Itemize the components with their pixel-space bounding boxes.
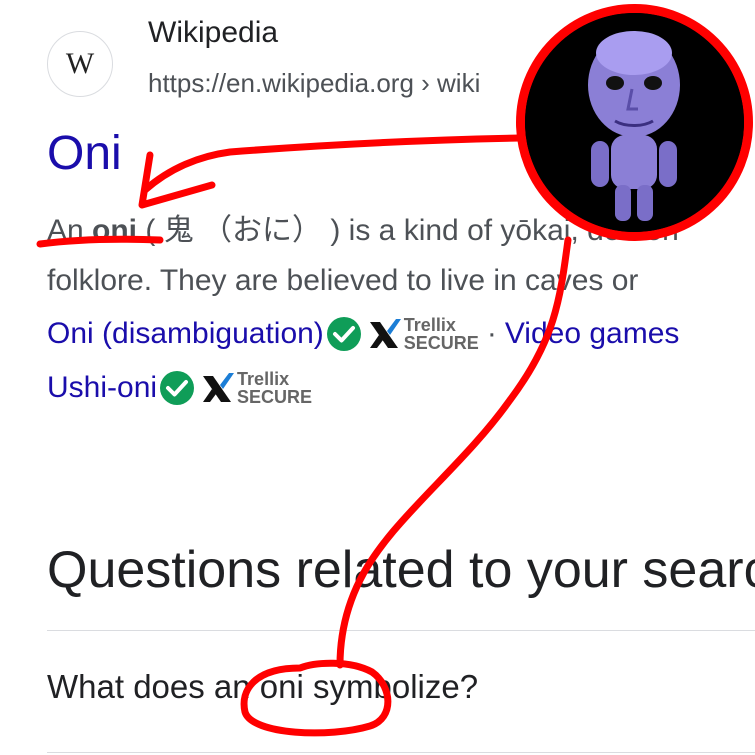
annotation-underline <box>36 235 164 248</box>
ao-oni-avatar <box>516 4 753 241</box>
ao-oni-figure-icon <box>525 13 744 232</box>
annotation-connector <box>336 236 572 669</box>
annotation-circle <box>240 659 392 737</box>
annotation-arrow-line <box>141 134 524 194</box>
search-results-page: W Wikipedia https://en.wikipedia.org › w… <box>0 0 755 755</box>
